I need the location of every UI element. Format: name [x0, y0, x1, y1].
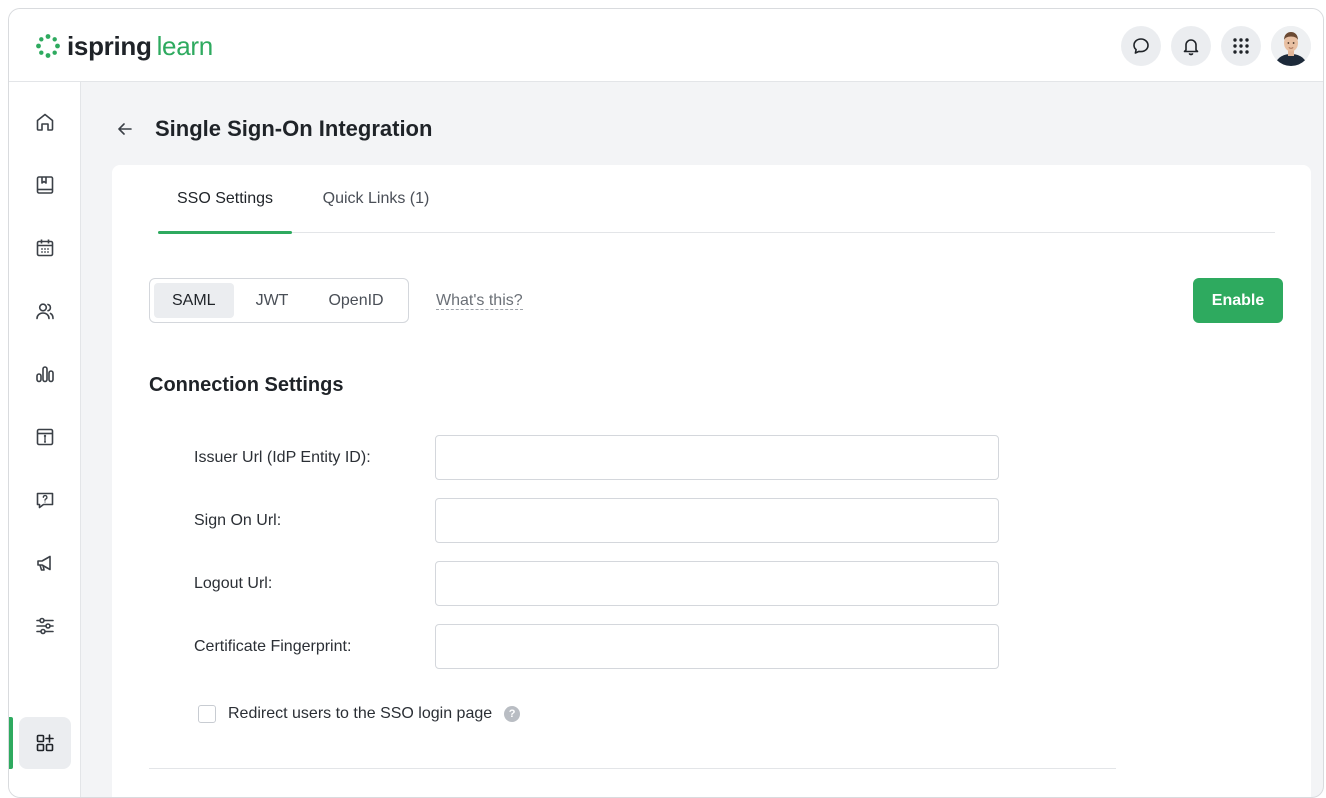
- user-avatar[interactable]: [1271, 26, 1311, 66]
- header-actions: [1121, 26, 1311, 66]
- integrations-icon: [36, 734, 54, 752]
- tab-sso-settings[interactable]: SSO Settings: [158, 165, 292, 234]
- app-window: ispring learn Single Sign-On Integration…: [8, 8, 1324, 798]
- sidebar-item-info[interactable]: [19, 411, 71, 463]
- brand-logo[interactable]: ispring learn: [35, 29, 213, 63]
- certificate-fingerprint-input[interactable]: [435, 624, 999, 669]
- notifications-button[interactable]: [1171, 26, 1211, 66]
- sso-settings-card: SSO Settings Quick Links (1) SAML JWT Op…: [112, 165, 1311, 797]
- issuer-url-label: Issuer Url (IdP Entity ID):: [194, 449, 371, 466]
- back-button[interactable]: [113, 117, 137, 141]
- protocol-selector: SAML JWT OpenID: [149, 278, 409, 323]
- calendar-icon: [36, 239, 54, 257]
- protocol-jwt[interactable]: JWT: [238, 283, 307, 318]
- top-bar: ispring learn: [9, 9, 1323, 82]
- protocol-openid[interactable]: OpenID: [310, 283, 401, 318]
- help-icon[interactable]: ?: [504, 706, 521, 722]
- info-box-icon: [36, 428, 54, 446]
- avatar-image: [1271, 26, 1311, 66]
- whats-this-link[interactable]: What's this?: [436, 292, 523, 310]
- sign-on-url-label: Sign On Url:: [194, 512, 282, 529]
- home-icon: [36, 113, 54, 131]
- reports-icon: [36, 366, 54, 383]
- page-header: Single Sign-On Integration: [113, 113, 432, 145]
- sidebar-item-integrations[interactable]: [19, 717, 71, 769]
- sidebar-item-quizzes[interactable]: [19, 474, 71, 526]
- sidebar-item-home[interactable]: [19, 96, 71, 148]
- logo-text-learn: learn: [156, 31, 214, 61]
- sidebar-item-users[interactable]: [19, 285, 71, 337]
- logo-text-ispring: ispring: [67, 31, 152, 61]
- left-sidebar: [9, 82, 81, 797]
- redirect-checkbox-label[interactable]: Redirect users to the SSO login page: [228, 705, 492, 723]
- sidebar-item-announcements[interactable]: [19, 537, 71, 589]
- logout-url-label: Logout Url:: [194, 575, 273, 592]
- page-title: Single Sign-On Integration: [155, 116, 433, 141]
- tab-bar: SSO Settings Quick Links (1): [158, 165, 1275, 234]
- book-icon: [36, 176, 54, 194]
- logo-mark-icon: [36, 34, 60, 58]
- sidebar-item-calendar[interactable]: [19, 222, 71, 274]
- section-divider: [149, 768, 1116, 769]
- tab-quick-links[interactable]: Quick Links (1): [312, 165, 440, 233]
- bell-icon: [1183, 39, 1199, 56]
- megaphone-icon: [37, 555, 51, 571]
- chat-icon: [1133, 38, 1149, 54]
- issuer-url-input[interactable]: [435, 435, 999, 480]
- enable-button[interactable]: Enable: [1193, 278, 1283, 323]
- sliders-icon: [36, 617, 54, 635]
- protocol-saml[interactable]: SAML: [154, 283, 234, 318]
- users-icon: [36, 303, 54, 320]
- arrow-left-icon: [118, 123, 132, 135]
- redirect-checkbox[interactable]: [198, 705, 216, 723]
- connection-settings-title: Connection Settings: [149, 374, 344, 396]
- apps-grid-icon: [1233, 38, 1249, 54]
- question-chat-icon: [36, 492, 54, 509]
- redirect-option: Redirect users to the SSO login page ?: [198, 705, 521, 723]
- sign-on-url-input[interactable]: [435, 498, 999, 543]
- chat-button[interactable]: [1121, 26, 1161, 66]
- sidebar-item-reports[interactable]: [19, 348, 71, 400]
- sidebar-item-settings[interactable]: [19, 600, 71, 652]
- certificate-fingerprint-label: Certificate Fingerprint:: [194, 638, 352, 655]
- active-indicator: [9, 717, 13, 769]
- logout-url-input[interactable]: [435, 561, 999, 606]
- sidebar-item-courses[interactable]: [19, 159, 71, 211]
- apps-button[interactable]: [1221, 26, 1261, 66]
